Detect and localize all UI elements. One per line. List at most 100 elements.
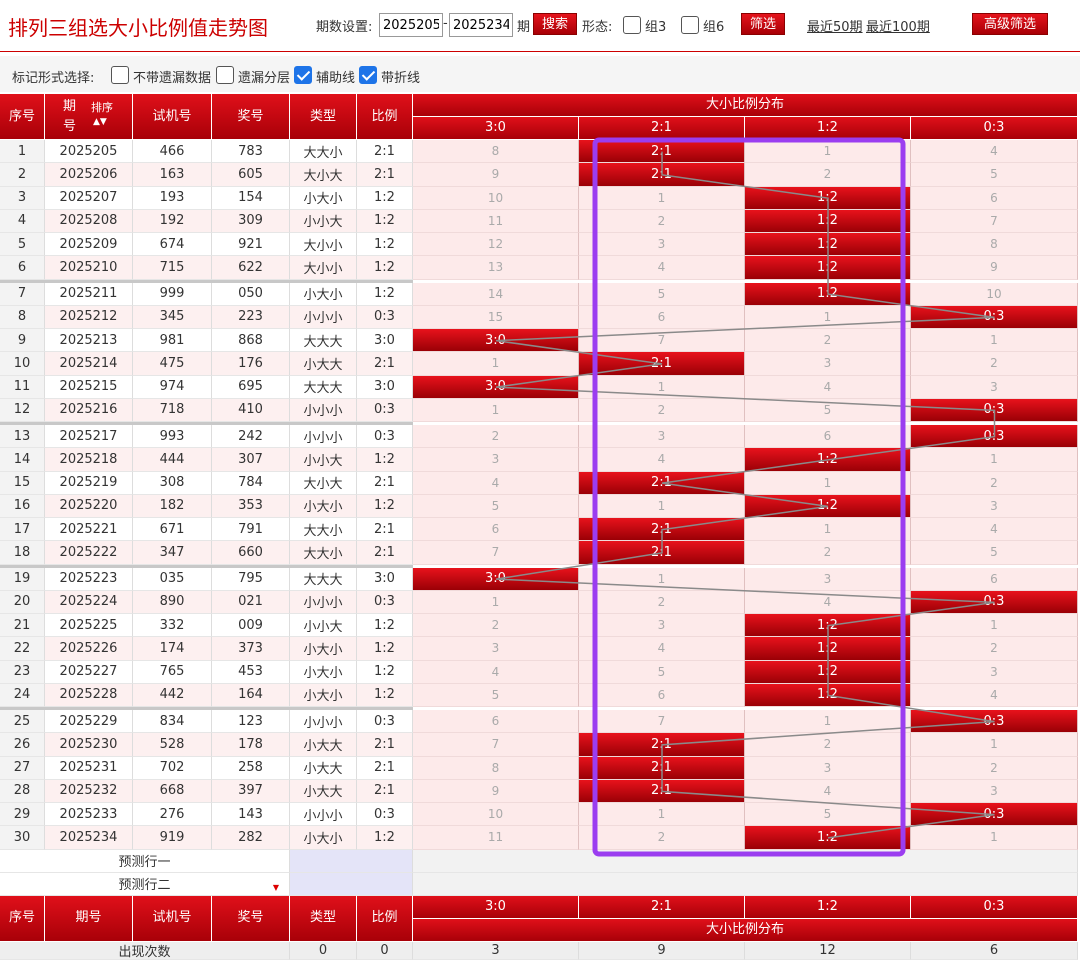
cell-issue: 2025222 bbox=[45, 541, 133, 565]
cell-issue: 2025229 bbox=[45, 710, 133, 734]
dist-miss-cell: 6 bbox=[413, 518, 579, 542]
dist-miss-cell: 4 bbox=[413, 471, 579, 495]
cell-prize: 695 bbox=[212, 375, 290, 399]
cell-ratio: 2:1 bbox=[357, 163, 413, 187]
cell-type: 小小大 bbox=[290, 209, 357, 233]
predict-row-2-dist bbox=[413, 872, 1078, 896]
footer-dist-col: 3:0 bbox=[413, 895, 579, 919]
cell-issue: 2025209 bbox=[45, 233, 133, 257]
count-value: 0 bbox=[357, 941, 413, 960]
dist-miss-cell: 5 bbox=[745, 803, 911, 827]
cell-type: 大大大 bbox=[290, 567, 357, 591]
cell-ratio: 3:0 bbox=[357, 567, 413, 591]
dist-miss-cell: 2 bbox=[413, 614, 579, 638]
cell-prize: 373 bbox=[212, 637, 290, 661]
guide-line-checkbox[interactable] bbox=[294, 66, 312, 84]
cell-ratio: 0:3 bbox=[357, 305, 413, 329]
cell-trial: 174 bbox=[133, 637, 212, 661]
dist-miss-cell: 4 bbox=[579, 448, 745, 472]
cell-ratio: 2:1 bbox=[357, 541, 413, 565]
cell-prize: 223 bbox=[212, 305, 290, 329]
cell-prize: 176 bbox=[212, 352, 290, 376]
cell-type: 小小小 bbox=[290, 398, 357, 422]
cell-prize: 410 bbox=[212, 398, 290, 422]
dist-miss-cell: 3 bbox=[911, 375, 1078, 399]
header-seq: 序号 bbox=[0, 94, 45, 140]
cell-type: 小大小 bbox=[290, 683, 357, 707]
cell-type: 小小大 bbox=[290, 614, 357, 638]
filter-button[interactable]: 筛选 bbox=[741, 13, 785, 35]
cell-ratio: 0:3 bbox=[357, 398, 413, 422]
cell-type: 大大小 bbox=[290, 541, 357, 565]
cell-seq: 12 bbox=[0, 398, 45, 422]
header-dist-col: 1:2 bbox=[745, 117, 911, 140]
dist-hit-cell: 1:2 bbox=[745, 256, 911, 280]
cell-prize: 307 bbox=[212, 448, 290, 472]
cell-type: 小大大 bbox=[290, 733, 357, 757]
cell-trial: 668 bbox=[133, 779, 212, 803]
cell-ratio: 3:0 bbox=[357, 329, 413, 353]
last-100-link[interactable]: 最近100期 bbox=[866, 16, 930, 35]
cell-issue: 2025217 bbox=[45, 425, 133, 449]
search-button[interactable]: 搜索 bbox=[533, 13, 577, 35]
advanced-filter-button[interactable]: 高级筛选 bbox=[972, 13, 1048, 35]
dist-miss-cell: 6 bbox=[911, 567, 1078, 591]
cell-trial: 718 bbox=[133, 398, 212, 422]
cell-seq: 13 bbox=[0, 425, 45, 449]
dist-hit-cell: 2:1 bbox=[579, 471, 745, 495]
cell-ratio: 1:2 bbox=[357, 209, 413, 233]
dist-miss-cell: 4 bbox=[579, 256, 745, 280]
missing-layer-checkbox[interactable] bbox=[216, 66, 234, 84]
cell-seq: 17 bbox=[0, 518, 45, 542]
cell-trial: 715 bbox=[133, 256, 212, 280]
cell-seq: 25 bbox=[0, 710, 45, 734]
cell-issue: 2025234 bbox=[45, 826, 133, 850]
dist-miss-cell: 2 bbox=[745, 733, 911, 757]
dist-miss-cell: 1 bbox=[745, 140, 911, 164]
cell-issue: 2025216 bbox=[45, 398, 133, 422]
polyline-checkbox[interactable] bbox=[359, 66, 377, 84]
period-from-input[interactable] bbox=[379, 13, 443, 37]
dist-miss-cell: 6 bbox=[745, 425, 911, 449]
dist-miss-cell: 6 bbox=[911, 186, 1078, 210]
group6-checkbox[interactable] bbox=[681, 16, 699, 34]
cell-ratio: 2:1 bbox=[357, 140, 413, 164]
dist-miss-cell: 7 bbox=[911, 209, 1078, 233]
cell-trial: 442 bbox=[133, 683, 212, 707]
dist-miss-cell: 1 bbox=[745, 710, 911, 734]
dist-miss-cell: 8 bbox=[911, 233, 1078, 257]
cell-issue: 2025210 bbox=[45, 256, 133, 280]
dist-miss-cell: 2 bbox=[745, 163, 911, 187]
cell-prize: 242 bbox=[212, 425, 290, 449]
cell-type: 小大小 bbox=[290, 186, 357, 210]
dist-miss-cell: 7 bbox=[413, 733, 579, 757]
dist-miss-cell: 7 bbox=[579, 329, 745, 353]
group3-checkbox[interactable] bbox=[623, 16, 641, 34]
predict-row-1-blank bbox=[290, 849, 413, 873]
cell-type: 大小大 bbox=[290, 163, 357, 187]
dist-miss-cell: 10 bbox=[413, 186, 579, 210]
header-issue[interactable]: 期号 排序 ▲▼ bbox=[45, 94, 133, 140]
dist-hit-cell: 1:2 bbox=[745, 614, 911, 638]
dist-miss-cell: 2 bbox=[911, 352, 1078, 376]
arrow-down-icon[interactable]: ▼ bbox=[273, 883, 279, 892]
count-label: 出现次数 bbox=[0, 941, 290, 960]
cell-seq: 23 bbox=[0, 660, 45, 684]
period-to-input[interactable] bbox=[449, 13, 513, 37]
cell-prize: 050 bbox=[212, 282, 290, 306]
dist-miss-cell: 4 bbox=[745, 779, 911, 803]
cell-type: 大大大 bbox=[290, 329, 357, 353]
no-missing-data-checkbox[interactable] bbox=[111, 66, 129, 84]
dist-miss-cell: 3 bbox=[745, 567, 911, 591]
last-50-link[interactable]: 最近50期 bbox=[807, 16, 863, 35]
cell-type: 小大小 bbox=[290, 660, 357, 684]
header-issue-1: 期 bbox=[63, 99, 77, 114]
dist-miss-cell: 1 bbox=[745, 518, 911, 542]
cell-seq: 2 bbox=[0, 163, 45, 187]
cell-issue: 2025221 bbox=[45, 518, 133, 542]
cell-prize: 868 bbox=[212, 329, 290, 353]
sort-arrows-icon[interactable]: ▲▼ bbox=[93, 115, 107, 129]
dist-hit-cell: 1:2 bbox=[745, 186, 911, 210]
cell-type: 大大小 bbox=[290, 140, 357, 164]
dist-hit-cell: 1:2 bbox=[745, 494, 911, 518]
